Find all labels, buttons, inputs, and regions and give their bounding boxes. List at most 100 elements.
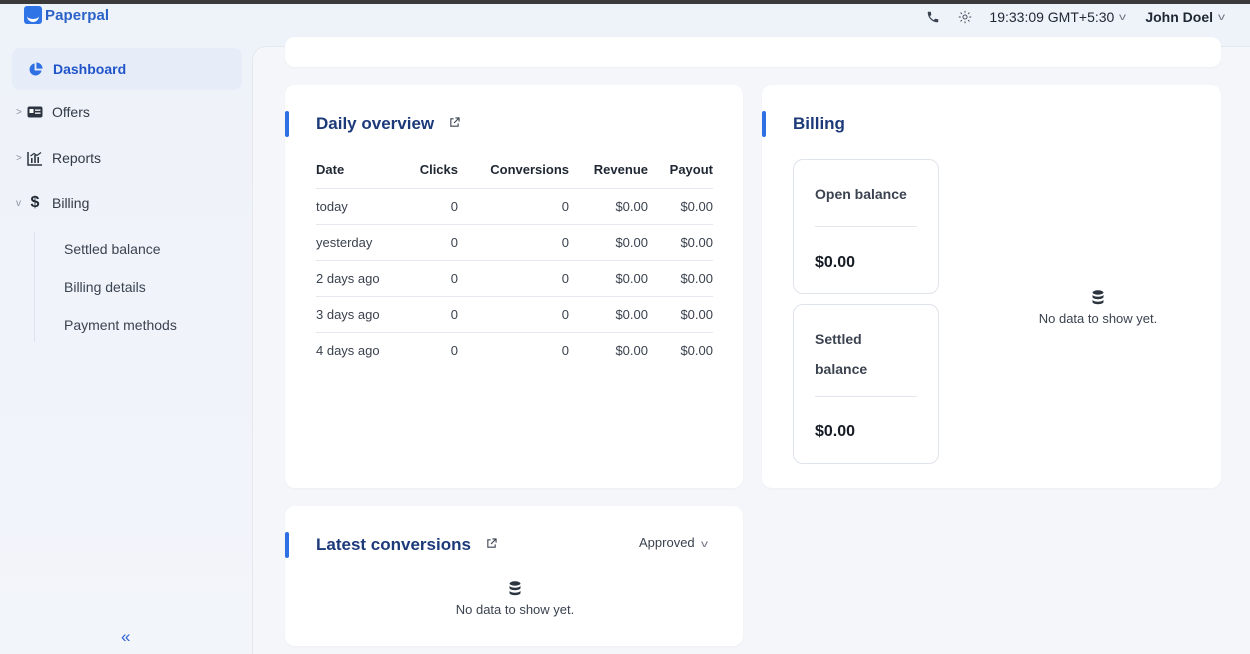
settled-label-line2: balance xyxy=(815,361,868,377)
chevron-down-icon[interactable]: v xyxy=(1119,12,1126,23)
top-bar: Paperpal 19:33:09 GMT+5:30 v John Doel v xyxy=(0,4,1250,40)
sidebar-item-offers[interactable]: > Offers xyxy=(16,98,90,126)
sidebar-item-label: Reports xyxy=(52,150,102,166)
settled-label-line1: Settled xyxy=(815,331,862,347)
cell-revenue: $0.00 xyxy=(569,295,648,332)
cell-conversions: 0 xyxy=(458,259,569,296)
daily-overview-title: Daily overview xyxy=(316,114,435,133)
daily-overview-card: Daily overview Date Clicks Conversions R… xyxy=(285,85,743,488)
brand-name: Paperpal xyxy=(45,6,110,24)
table-row: today 0 0 $0.00 $0.00 xyxy=(316,187,713,224)
table-row: yesterday 0 0 $0.00 $0.00 xyxy=(316,223,713,260)
billing-title: Billing xyxy=(793,114,845,133)
open-balance-label: Open balance xyxy=(815,186,907,202)
billing-empty-state: No data to show yet. xyxy=(1008,290,1188,326)
sidebar: Dashboard > Offers > Reports v $ Billing… xyxy=(0,40,252,654)
cell-date: today xyxy=(316,187,398,224)
cell-payout: $0.00 xyxy=(648,259,713,296)
sidebar-item-label: Dashboard xyxy=(53,61,127,77)
header-actions: 19:33:09 GMT+5:30 v John Doel v xyxy=(925,9,1225,25)
cell-conversions: 0 xyxy=(458,187,569,224)
daily-overview-table: Date Clicks Conversions Revenue Payout t… xyxy=(316,152,713,368)
sidebar-item-billing[interactable]: v $ Billing xyxy=(16,189,89,217)
cell-revenue: $0.00 xyxy=(569,259,648,296)
cell-date: yesterday xyxy=(316,223,398,260)
pie-chart-icon xyxy=(29,61,43,76)
cell-revenue: $0.00 xyxy=(569,187,648,224)
table-header-row: Date Clicks Conversions Revenue Payout xyxy=(316,152,713,188)
sidebar-subitem-billing-details[interactable]: Billing details xyxy=(64,279,146,295)
database-icon xyxy=(509,581,521,596)
settled-balance-label: Settled balance xyxy=(815,324,867,384)
cell-payout: $0.00 xyxy=(648,331,713,368)
collapse-sidebar-icon[interactable]: « xyxy=(121,627,130,647)
column-header[interactable]: Date xyxy=(316,152,398,188)
cell-conversions: 0 xyxy=(458,223,569,260)
cell-date: 2 days ago xyxy=(316,259,398,296)
column-header[interactable]: Payout xyxy=(648,152,713,188)
card-title: Daily overview xyxy=(316,114,460,134)
cell-clicks: 0 xyxy=(398,295,458,332)
cell-clicks: 0 xyxy=(398,223,458,260)
brand-logo[interactable]: Paperpal xyxy=(24,6,109,24)
sun-icon[interactable] xyxy=(957,9,973,25)
cell-revenue: $0.00 xyxy=(569,331,648,368)
column-header[interactable]: Conversions xyxy=(458,152,569,188)
settled-balance-box: Settled balance $0.00 xyxy=(793,304,939,464)
cell-payout: $0.00 xyxy=(648,295,713,332)
cell-clicks: 0 xyxy=(398,259,458,296)
latest-conversions-card: Latest conversions Approved v No data to… xyxy=(285,506,743,646)
cell-payout: $0.00 xyxy=(648,223,713,260)
status-filter-value: Approved xyxy=(639,535,695,550)
cell-payout: $0.00 xyxy=(648,187,713,224)
chevron-down-icon: v xyxy=(701,539,709,550)
cell-date: 4 days ago xyxy=(316,331,398,368)
sidebar-item-label: Offers xyxy=(52,104,90,120)
external-link-icon[interactable] xyxy=(449,117,460,128)
latest-conversions-title: Latest conversions xyxy=(316,535,471,554)
sidebar-subitem-settled-balance[interactable]: Settled balance xyxy=(64,241,161,257)
user-menu[interactable]: John Doel xyxy=(1145,9,1213,25)
previous-card xyxy=(285,37,1221,67)
phone-icon[interactable] xyxy=(925,9,941,25)
empty-state-text: No data to show yet. xyxy=(1038,311,1158,326)
paperpal-logo-icon xyxy=(24,6,42,24)
cell-date: 3 days ago xyxy=(316,295,398,332)
id-card-icon xyxy=(26,106,44,118)
sidebar-item-label: Billing xyxy=(52,195,90,211)
cell-conversions: 0 xyxy=(458,331,569,368)
status-filter-dropdown[interactable]: Approved v xyxy=(639,535,709,550)
conversions-empty-state: No data to show yet. xyxy=(425,581,605,617)
chevron-right-icon: > xyxy=(16,152,22,164)
billing-card: Billing Open balance $0.00 Settled balan… xyxy=(762,85,1221,488)
external-link-icon[interactable] xyxy=(486,538,497,549)
column-header[interactable]: Revenue xyxy=(569,152,648,188)
column-header[interactable]: Clicks xyxy=(398,152,458,188)
bar-chart-icon xyxy=(26,151,44,166)
open-balance-value: $0.00 xyxy=(815,254,856,271)
cell-conversions: 0 xyxy=(458,295,569,332)
submenu-divider xyxy=(34,232,35,342)
sidebar-item-reports[interactable]: > Reports xyxy=(16,144,101,172)
main-content: Daily overview Date Clicks Conversions R… xyxy=(252,37,1250,654)
card-accent xyxy=(285,532,289,558)
sidebar-item-dashboard[interactable]: Dashboard xyxy=(12,48,242,90)
dollar-icon: $ xyxy=(30,194,40,211)
empty-state-text: No data to show yet. xyxy=(455,602,575,617)
table-row: 2 days ago 0 0 $0.00 $0.00 xyxy=(316,259,713,296)
chevron-down-icon[interactable]: v xyxy=(1218,12,1225,23)
chevron-right-icon: > xyxy=(16,106,22,118)
divider xyxy=(815,226,917,227)
divider xyxy=(815,396,917,397)
open-balance-box: Open balance $0.00 xyxy=(793,159,939,294)
table-row: 4 days ago 0 0 $0.00 $0.00 xyxy=(316,331,713,368)
cell-clicks: 0 xyxy=(398,331,458,368)
settled-balance-value: $0.00 xyxy=(815,423,856,440)
table-row: 3 days ago 0 0 $0.00 $0.00 xyxy=(316,295,713,332)
card-accent xyxy=(762,111,766,137)
card-accent xyxy=(285,111,289,137)
timezone-clock[interactable]: 19:33:09 GMT+5:30 xyxy=(989,9,1114,25)
database-icon xyxy=(1092,290,1104,305)
chevron-down-icon: v xyxy=(16,197,21,209)
sidebar-subitem-payment-methods[interactable]: Payment methods xyxy=(64,317,177,333)
